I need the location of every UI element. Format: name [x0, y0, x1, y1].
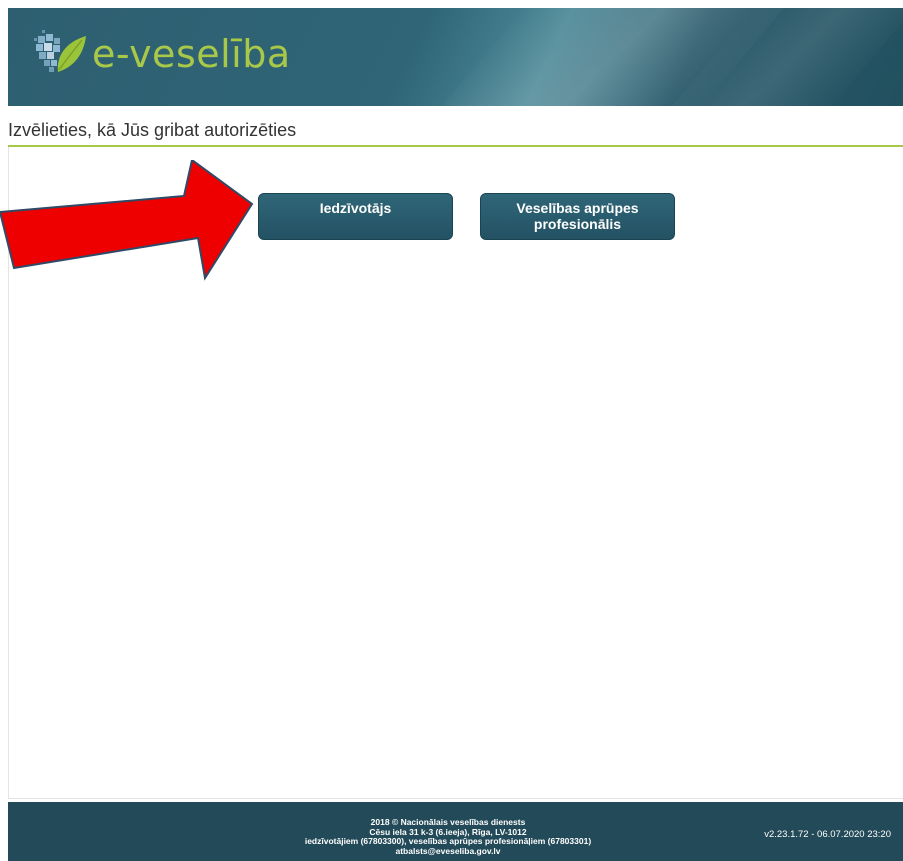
logo-text: e-veselība	[92, 32, 291, 76]
resident-login-label: Iedzīvotājs	[319, 200, 392, 216]
site-logo[interactable]: e-veselība	[32, 24, 291, 84]
resident-login-button[interactable]: Iedzīvotājs	[258, 193, 453, 240]
professional-login-label-line2: profesionālis	[533, 216, 622, 232]
footer-contact-info: 2018 © Nacionālais veselības dienests Cē…	[228, 817, 668, 857]
version-info: v2.23.1.72 - 06.07.2020 23:20	[764, 829, 891, 840]
header-banner: e-veselība	[8, 8, 903, 106]
heart-leaf-logo-icon	[34, 30, 86, 72]
page-title: Izvēlieties, kā Jūs gribat autorizēties	[8, 120, 297, 140]
professional-login-label-line1: Veselības aprūpes	[516, 200, 639, 216]
red-arrow-icon	[0, 160, 254, 281]
footer-support-email[interactable]: atbalsts@eveseliba.gov.lv	[228, 846, 668, 857]
footer: 2018 © Nacionālais veselības dienests Cē…	[8, 802, 903, 861]
professional-login-button[interactable]: Veselības aprūpes profesionālis	[480, 193, 675, 240]
